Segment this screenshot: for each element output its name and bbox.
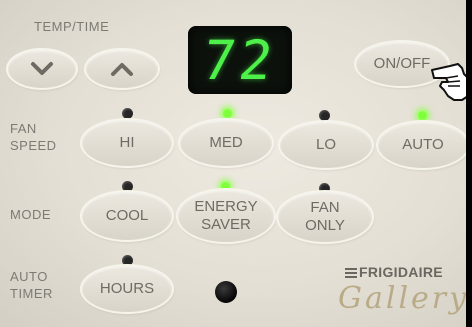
mode-fan-only-button[interactable]: FAN ONLY: [278, 192, 372, 242]
fan-hi-label: HI: [119, 134, 135, 151]
temperature-readout: 72: [199, 28, 281, 92]
timer-hours-button[interactable]: HOURS: [82, 266, 172, 312]
fan-lo-label: LO: [315, 136, 336, 153]
timer-hours-label: HOURS: [99, 280, 155, 297]
med-indicator-led: [222, 108, 233, 119]
power-button-label: ON/OFF: [373, 55, 431, 72]
mode-fan-only-label: FAN ONLY: [305, 199, 345, 234]
temp-time-label: TEMP/TIME: [34, 19, 110, 34]
fan-med-label: MED: [209, 134, 243, 151]
control-panel: TEMP/TIME FAN SPEED MODE AUTO TIMER 72 O…: [0, 0, 472, 327]
temp-down-button[interactable]: [8, 50, 76, 88]
fan-auto-label: AUTO: [402, 136, 444, 153]
chevron-up-icon: [111, 63, 133, 76]
fan-lo-button[interactable]: LO: [280, 122, 372, 168]
panel-edge: [466, 0, 472, 327]
temperature-display: 72: [188, 26, 292, 94]
auto-timer-label: AUTO TIMER: [10, 269, 53, 301]
hours-indicator-led: [122, 255, 133, 266]
temp-up-button[interactable]: [86, 50, 158, 88]
mode-energy-saver-button[interactable]: ENERGY SAVER: [178, 190, 274, 242]
frigidaire-logo-icon: [345, 268, 357, 278]
fan-hi-button[interactable]: HI: [82, 120, 172, 166]
auto-indicator-led: [417, 110, 428, 121]
brand-name-text: FRIGIDAIRE: [359, 264, 443, 280]
mode-energy-saver-label: ENERGY SAVER: [194, 198, 258, 233]
fan-auto-button[interactable]: AUTO: [378, 122, 468, 168]
brand-name: FRIGIDAIRE: [345, 264, 443, 280]
fan-speed-label: FAN SPEED: [10, 121, 57, 153]
fan-med-button[interactable]: MED: [180, 120, 272, 166]
remote-sensor: [215, 281, 237, 303]
mode-cool-label: COOL: [105, 207, 149, 224]
cool-indicator-led: [122, 181, 133, 192]
lo-indicator-led: [319, 110, 330, 121]
brand-line: Gallery: [338, 281, 470, 316]
chevron-down-icon: [31, 62, 53, 75]
hi-indicator-led: [122, 108, 133, 119]
mode-cool-button[interactable]: COOL: [82, 192, 172, 240]
mode-label: MODE: [10, 207, 51, 222]
